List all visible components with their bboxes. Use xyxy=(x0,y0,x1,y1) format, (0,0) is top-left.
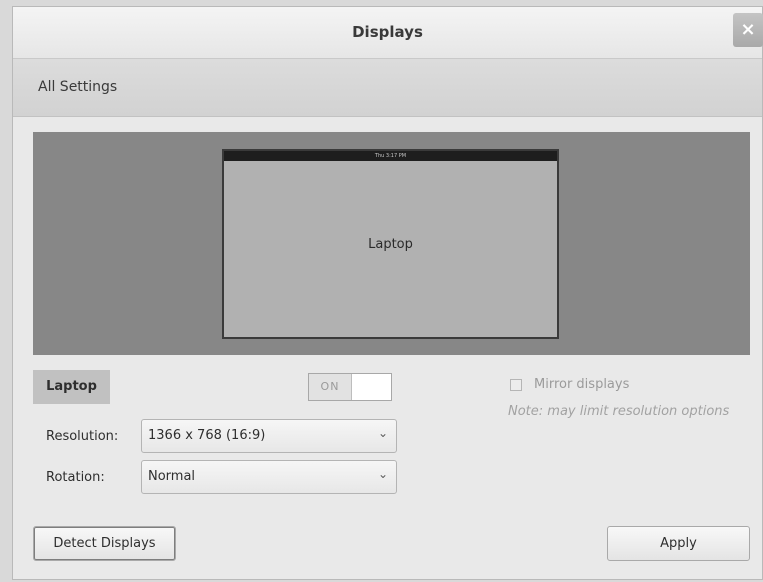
toolbar: All Settings xyxy=(13,59,762,117)
display-name-label: Laptop xyxy=(33,370,110,404)
monitor-label: Laptop xyxy=(368,237,413,252)
resolution-value: 1366 x 768 (16:9) xyxy=(148,428,266,443)
switch-knob xyxy=(351,374,391,400)
display-arrangement-preview: Thu 3:17 PM Laptop xyxy=(33,132,750,355)
all-settings-button[interactable]: All Settings xyxy=(38,79,117,95)
mirror-displays-label: Mirror displays xyxy=(534,377,630,392)
chevron-down-icon: ⌄ xyxy=(377,467,388,481)
window-title: Displays xyxy=(352,23,423,41)
rotation-label: Rotation: xyxy=(46,470,105,485)
chevron-down-icon: ⌄ xyxy=(377,426,388,440)
mirror-note: Note: may limit resolution options xyxy=(508,404,730,419)
mirror-displays-checkbox[interactable]: Mirror displays xyxy=(510,377,629,392)
resolution-select[interactable]: 1366 x 768 (16:9) ⌄ xyxy=(141,419,397,453)
switch-state-label: ON xyxy=(320,380,340,393)
detect-displays-button[interactable]: Detect Displays xyxy=(33,526,176,561)
monitor-topbar: Thu 3:17 PM xyxy=(224,151,557,161)
display-power-switch[interactable]: ON xyxy=(308,373,392,401)
monitor-preview-laptop[interactable]: Thu 3:17 PM Laptop xyxy=(222,149,559,339)
rotation-value: Normal xyxy=(148,469,196,484)
apply-button[interactable]: Apply xyxy=(607,526,750,561)
rotation-select[interactable]: Normal ⌄ xyxy=(141,460,397,494)
checkbox-icon xyxy=(510,378,522,391)
close-button[interactable]: × xyxy=(733,13,763,47)
close-icon: × xyxy=(740,19,756,40)
title-bar: Displays × xyxy=(13,7,763,59)
displays-window: Displays × All Settings Thu 3:17 PM Lapt… xyxy=(12,6,763,580)
resolution-label: Resolution: xyxy=(46,429,119,444)
